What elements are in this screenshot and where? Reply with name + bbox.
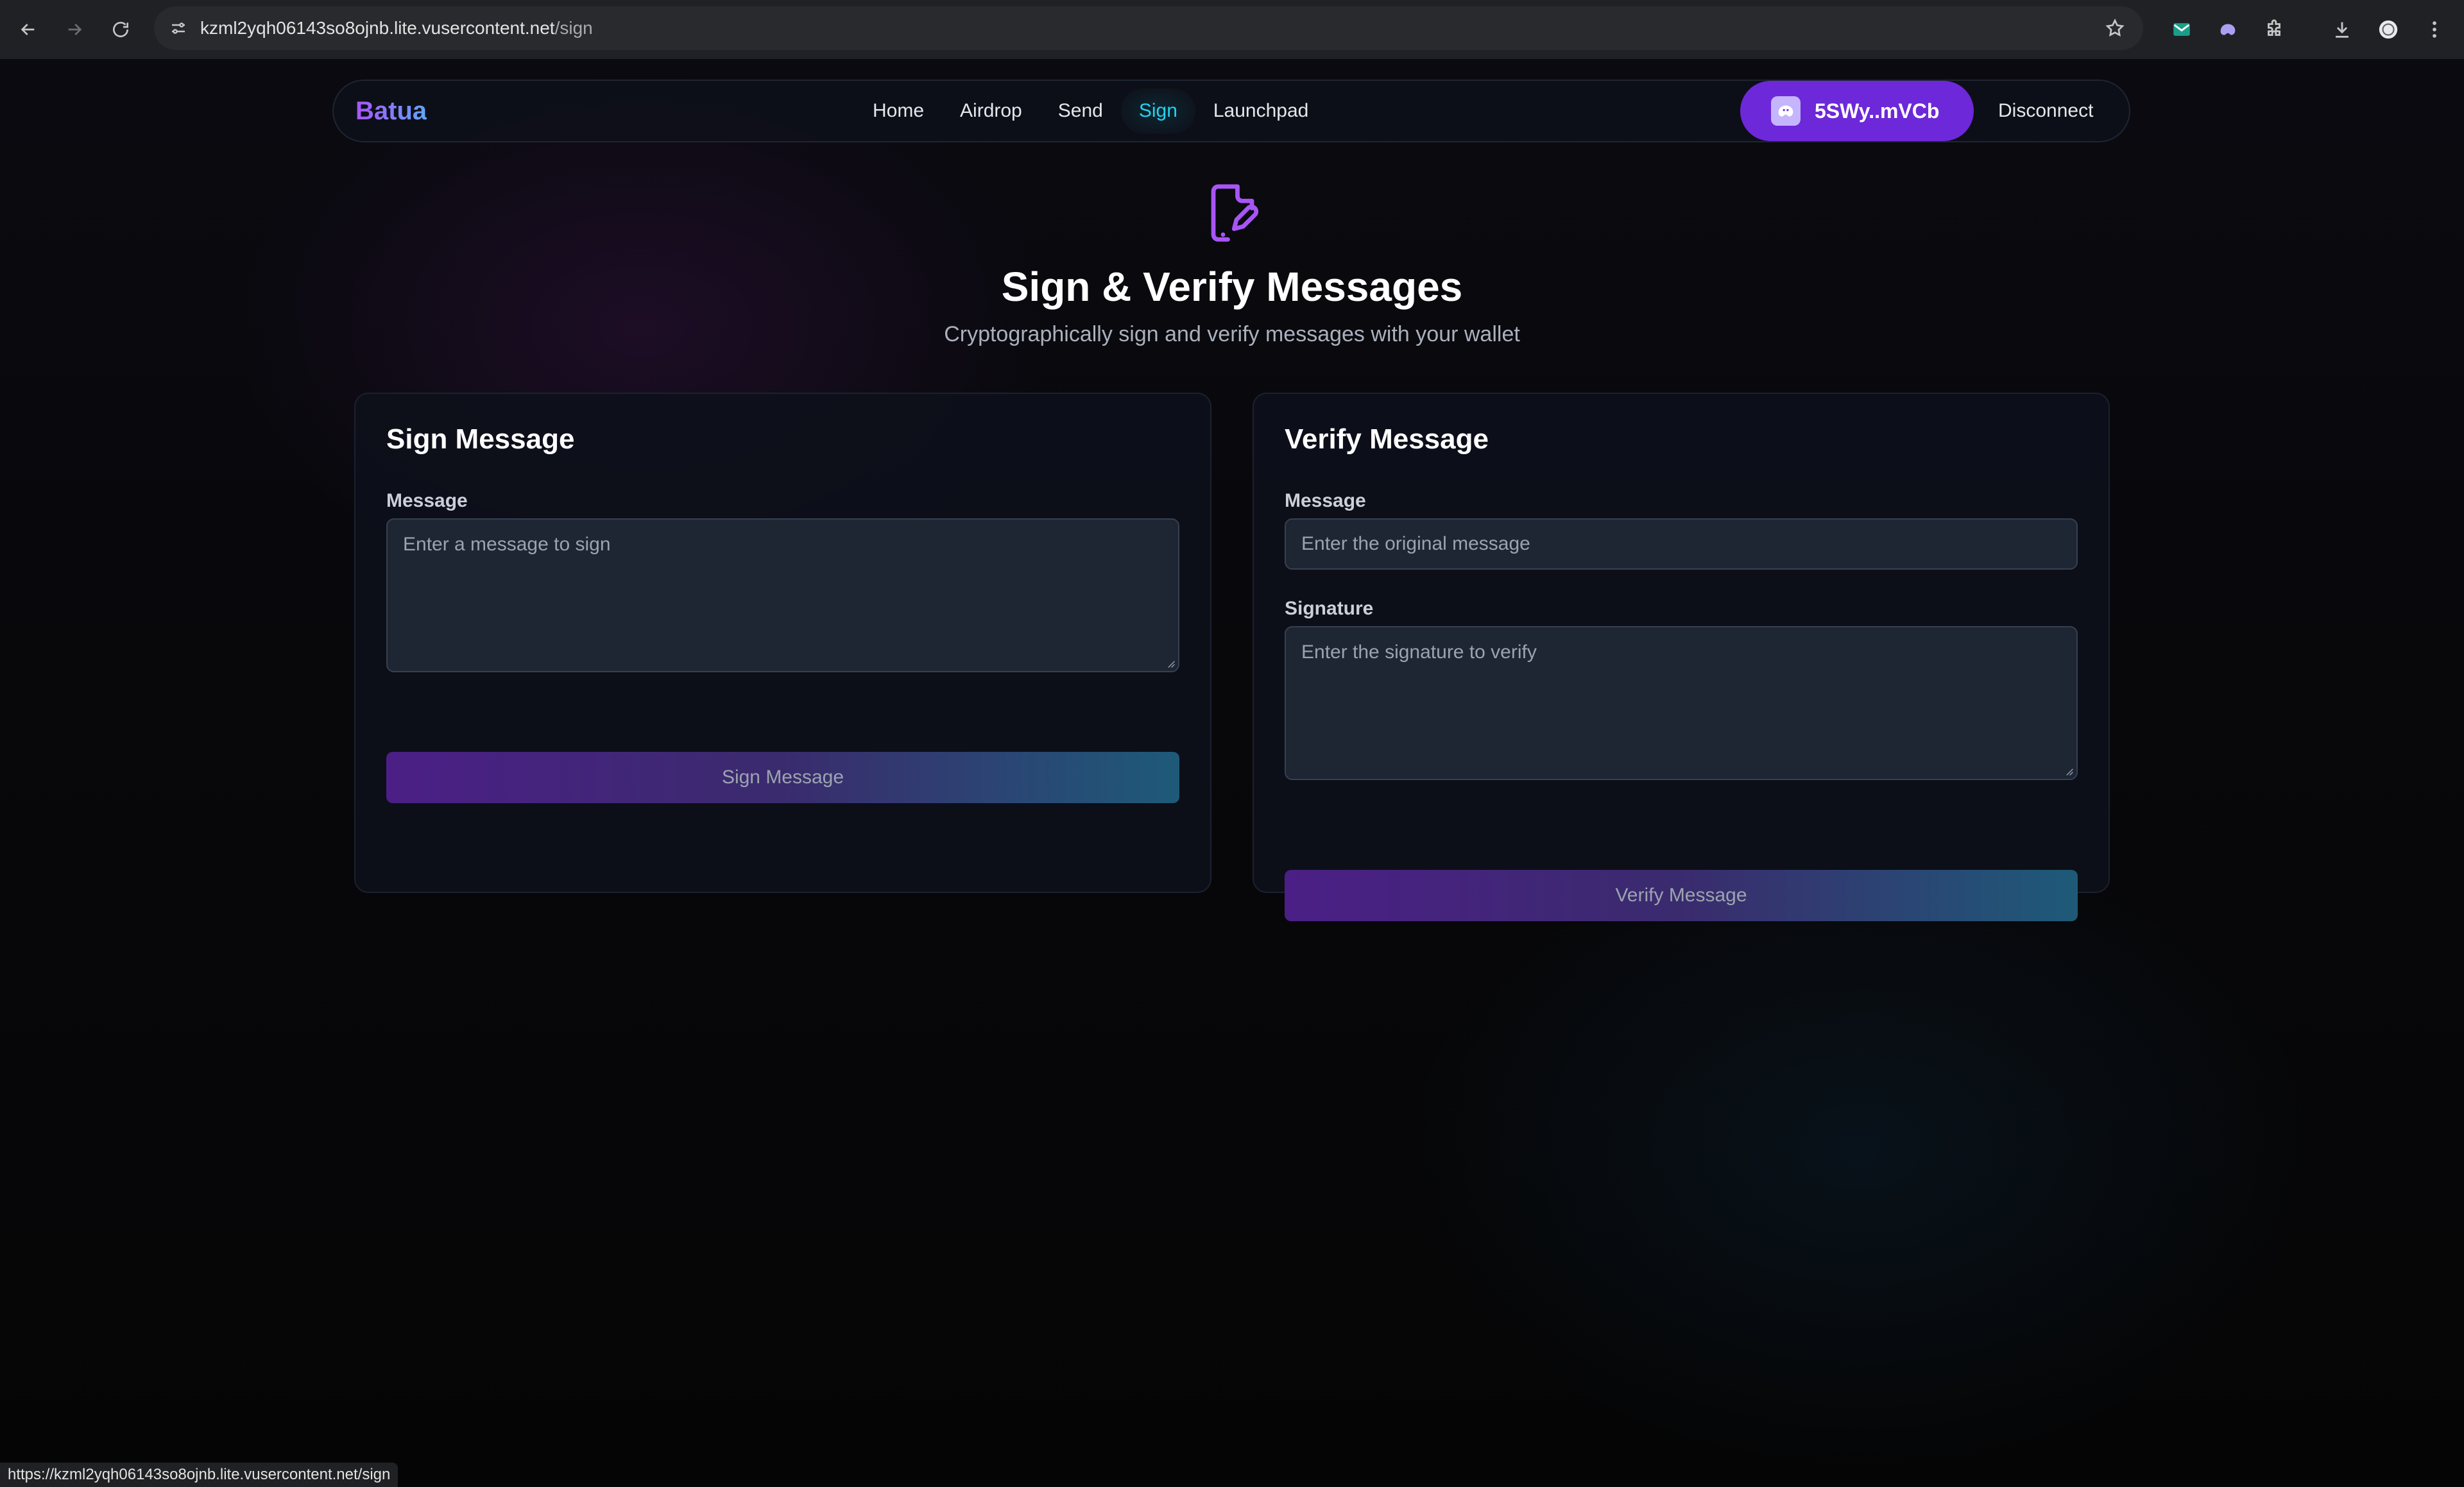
disconnect-button[interactable]: Disconnect (1998, 81, 2093, 141)
status-bar-url: https://kzml2yqh06143so8ojnb.lite.vuserc… (0, 1463, 398, 1487)
download-icon[interactable] (2327, 14, 2357, 45)
wallet-extension-icon[interactable] (2212, 14, 2243, 45)
nav-links: Home Airdrop Send Sign Launchpad (855, 81, 1326, 141)
resize-grip-icon[interactable] (1165, 658, 1176, 668)
reload-icon[interactable] (105, 14, 136, 45)
page-title: Sign & Verify Messages (1001, 264, 1463, 310)
profile-avatar-icon[interactable] (2373, 14, 2404, 45)
mail-extension-icon[interactable] (2166, 14, 2197, 45)
verify-message-input[interactable]: Enter the original message (1285, 518, 2078, 570)
verify-message-placeholder: Enter the original message (1301, 533, 1530, 554)
nav-link-launchpad[interactable]: Launchpad (1195, 89, 1326, 133)
verify-message-label: Message (1285, 490, 1366, 511)
verify-message-button[interactable]: Verify Message (1285, 870, 2078, 921)
wallet-address-button[interactable]: 5SWy..mVCb (1740, 81, 1974, 141)
app-navbar: Batua Home Airdrop Send Sign Launchpad 5… (332, 80, 2130, 142)
address-bar[interactable]: kzml2yqh06143so8ojnb.lite.vusercontent.n… (154, 6, 2143, 50)
forward-arrow-icon[interactable] (59, 14, 90, 45)
url-text[interactable]: kzml2yqh06143so8ojnb.lite.vusercontent.n… (200, 6, 593, 50)
nav-link-airdrop[interactable]: Airdrop (942, 89, 1040, 133)
sign-message-button[interactable]: Sign Message (386, 752, 1179, 803)
page-subtitle: Cryptographically sign and verify messag… (944, 322, 1520, 346)
brand-logo[interactable]: Batua (355, 81, 427, 141)
wallet-ghost-icon (1771, 96, 1801, 126)
signature-placeholder: Enter the signature to verify (1301, 642, 1537, 663)
nav-link-sign[interactable]: Sign (1120, 89, 1195, 133)
signature-label: Signature (1285, 598, 1374, 619)
resize-grip-icon[interactable] (2064, 766, 2074, 776)
verify-card-title: Verify Message (1285, 423, 1489, 455)
browser-menu-icon[interactable] (2419, 14, 2450, 45)
nav-link-home[interactable]: Home (855, 89, 942, 133)
url-host: kzml2yqh06143so8ojnb.lite.vusercontent.n… (200, 18, 555, 38)
extensions-puzzle-icon[interactable] (2259, 14, 2289, 45)
bookmark-star-icon[interactable] (2102, 15, 2128, 41)
verify-message-card: Verify Message Message Enter the origina… (1253, 393, 2110, 921)
sign-message-label: Message (386, 490, 468, 511)
browser-toolbar: kzml2yqh06143so8ojnb.lite.vusercontent.n… (0, 0, 2464, 59)
back-arrow-icon[interactable] (13, 14, 44, 45)
sign-card-title: Sign Message (386, 423, 575, 455)
site-settings-icon[interactable] (166, 15, 191, 41)
wallet-address-label: 5SWy..mVCb (1815, 99, 1940, 123)
nav-link-send[interactable]: Send (1040, 89, 1121, 133)
sign-message-textarea[interactable]: Enter a message to sign (386, 518, 1179, 672)
file-signature-icon (1204, 181, 1262, 245)
signature-textarea[interactable]: Enter the signature to verify (1285, 626, 2078, 780)
sign-message-card: Sign Message Message Enter a message to … (354, 393, 1211, 893)
sign-message-placeholder: Enter a message to sign (403, 534, 611, 555)
url-path: /sign (554, 18, 593, 38)
page-background: Batua Home Airdrop Send Sign Launchpad 5… (0, 59, 2464, 1487)
